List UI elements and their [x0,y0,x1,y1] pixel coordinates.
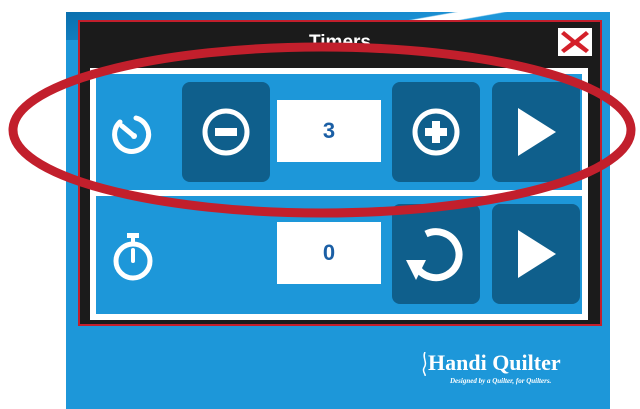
handi-quilter-logo: Handi Quilter Designed by a Quilter, for… [420,350,590,394]
stopwatch-value[interactable]: 0 [277,222,381,284]
stopwatch-start-button[interactable] [492,204,580,304]
brand-tagline: Designed by a Quilter, for Quilters. [450,377,552,385]
play-icon [518,108,556,156]
timers-dialog: Timers 3 0 [78,20,602,326]
timers-panel: 3 0 [90,68,588,320]
decrement-button[interactable] [182,82,270,182]
dialog-title: Timers [309,32,371,53]
play-icon [518,230,556,278]
plus-circle-icon [412,108,460,156]
minus-circle-icon [202,108,250,156]
countdown-timer-icon [112,115,152,154]
countdown-timer-row: 3 [96,74,582,190]
close-x-icon [561,31,589,53]
reset-button[interactable] [392,204,480,304]
close-button[interactable] [558,28,592,56]
countdown-value[interactable]: 3 [277,100,381,162]
stopwatch-row: 0 [96,196,582,314]
countdown-start-button[interactable] [492,82,580,182]
increment-button[interactable] [392,82,480,182]
reset-icon [406,228,463,282]
brand-name: Handi Quilter [428,350,561,375]
stopwatch-icon [113,233,153,281]
